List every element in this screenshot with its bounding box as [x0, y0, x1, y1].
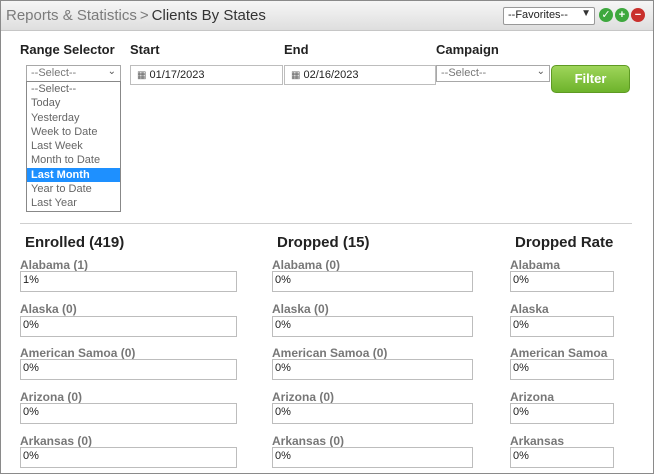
- campaign-label: Campaign: [436, 42, 499, 57]
- enrolled-value-field[interactable]: 0%: [20, 447, 237, 468]
- range-selector-value: --Select--: [31, 67, 77, 79]
- breadcrumb-separator: >: [139, 7, 149, 24]
- rate-value-field[interactable]: 0%: [510, 271, 614, 292]
- minus-icon[interactable]: −: [631, 8, 645, 22]
- range-option-selected[interactable]: Last Month: [27, 167, 120, 183]
- favorites-select[interactable]: --Favorites-- ▼: [503, 7, 595, 25]
- rate-state-label: Arkansas: [510, 434, 565, 448]
- rate-state-label: American Samoa: [510, 346, 608, 360]
- end-label: End: [284, 42, 309, 57]
- breadcrumb: Reports & Statistics > Clients By States: [6, 7, 266, 24]
- enrolled-value-field[interactable]: 0%: [20, 403, 237, 424]
- range-options-list: --Select-- Today Yesterday Week to Date …: [26, 81, 121, 212]
- dropped-value-field[interactable]: 0%: [272, 316, 473, 337]
- end-date-value: 02/16/2023: [303, 69, 359, 81]
- plus-icon[interactable]: +: [615, 8, 629, 22]
- report-window: Reports & Statistics > Clients By States -…: [0, 0, 654, 474]
- calendar-icon[interactable]: ▦: [137, 70, 146, 81]
- rate-state-label: Arizona: [510, 390, 555, 404]
- range-option[interactable]: --Select--: [27, 82, 120, 96]
- dropped-rate-title: Dropped Rate: [515, 234, 614, 251]
- breadcrumb-reports-link[interactable]: Reports & Statistics: [6, 7, 137, 24]
- check-icon[interactable]: ✓: [599, 8, 613, 22]
- page-header: Reports & Statistics > Clients By States -…: [1, 1, 653, 31]
- page-title: Clients By States: [151, 7, 266, 24]
- start-date-input[interactable]: ▦ 01/17/2023: [130, 65, 283, 85]
- enrolled-state-label: Alaska (0): [20, 302, 77, 316]
- end-date-input[interactable]: ▦ 02/16/2023: [284, 65, 436, 85]
- rate-value-field[interactable]: 0%: [510, 403, 614, 424]
- enrolled-state-label: Arkansas (0): [20, 434, 93, 448]
- calendar-icon[interactable]: ▦: [291, 70, 300, 81]
- rate-value-field[interactable]: 0%: [510, 359, 614, 380]
- range-option[interactable]: Yesterday: [27, 111, 120, 125]
- dropped-state-label: Arizona (0): [272, 390, 335, 404]
- dropped-state-label: American Samoa (0): [272, 346, 388, 360]
- enrolled-state-label: Alabama (1): [20, 258, 89, 272]
- enrolled-value-field[interactable]: 0%: [20, 359, 237, 380]
- rate-state-label: Alabama: [510, 258, 561, 272]
- filter-button[interactable]: Filter: [551, 65, 630, 93]
- enrolled-value-field[interactable]: 1%: [20, 271, 237, 292]
- chevron-down-icon: ▼: [581, 8, 591, 19]
- dropped-state-label: Alaska (0): [272, 302, 329, 316]
- range-option[interactable]: Last Week: [27, 139, 120, 153]
- enrolled-title: Enrolled (419): [25, 234, 125, 251]
- enrolled-state-label: American Samoa (0): [20, 346, 136, 360]
- rate-value-field[interactable]: 0%: [510, 316, 614, 337]
- section-divider: [20, 223, 632, 224]
- dropped-title: Dropped (15): [277, 234, 370, 251]
- favorites-select-value: --Favorites--: [508, 9, 568, 21]
- dropped-value-field[interactable]: 0%: [272, 359, 473, 380]
- range-selector-label: Range Selector: [20, 42, 115, 57]
- chevron-down-icon: ⌄: [107, 66, 116, 77]
- chevron-down-icon: ⌄: [536, 66, 545, 77]
- dropped-state-label: Alabama (0): [272, 258, 341, 272]
- range-option[interactable]: Year to Date: [27, 182, 120, 196]
- dropped-value-field[interactable]: 0%: [272, 447, 473, 468]
- dropped-value-field[interactable]: 0%: [272, 403, 473, 424]
- range-option[interactable]: Today: [27, 96, 120, 110]
- enrolled-value-field[interactable]: 0%: [20, 316, 237, 337]
- campaign-value: --Select--: [441, 67, 487, 79]
- campaign-dropdown[interactable]: --Select-- ⌄: [436, 65, 550, 82]
- range-selector-dropdown[interactable]: --Select-- ⌄: [26, 65, 121, 82]
- enrolled-state-label: Arizona (0): [20, 390, 83, 404]
- dropped-state-label: Arkansas (0): [272, 434, 345, 448]
- rate-state-label: Alaska: [510, 302, 549, 316]
- range-option[interactable]: Week to Date: [27, 125, 120, 139]
- rate-value-field[interactable]: 0%: [510, 447, 614, 468]
- start-label: Start: [130, 42, 160, 57]
- range-option[interactable]: Month to Date: [27, 153, 120, 167]
- dropped-value-field[interactable]: 0%: [272, 271, 473, 292]
- range-option[interactable]: Last Year: [27, 196, 120, 210]
- start-date-value: 01/17/2023: [149, 69, 205, 81]
